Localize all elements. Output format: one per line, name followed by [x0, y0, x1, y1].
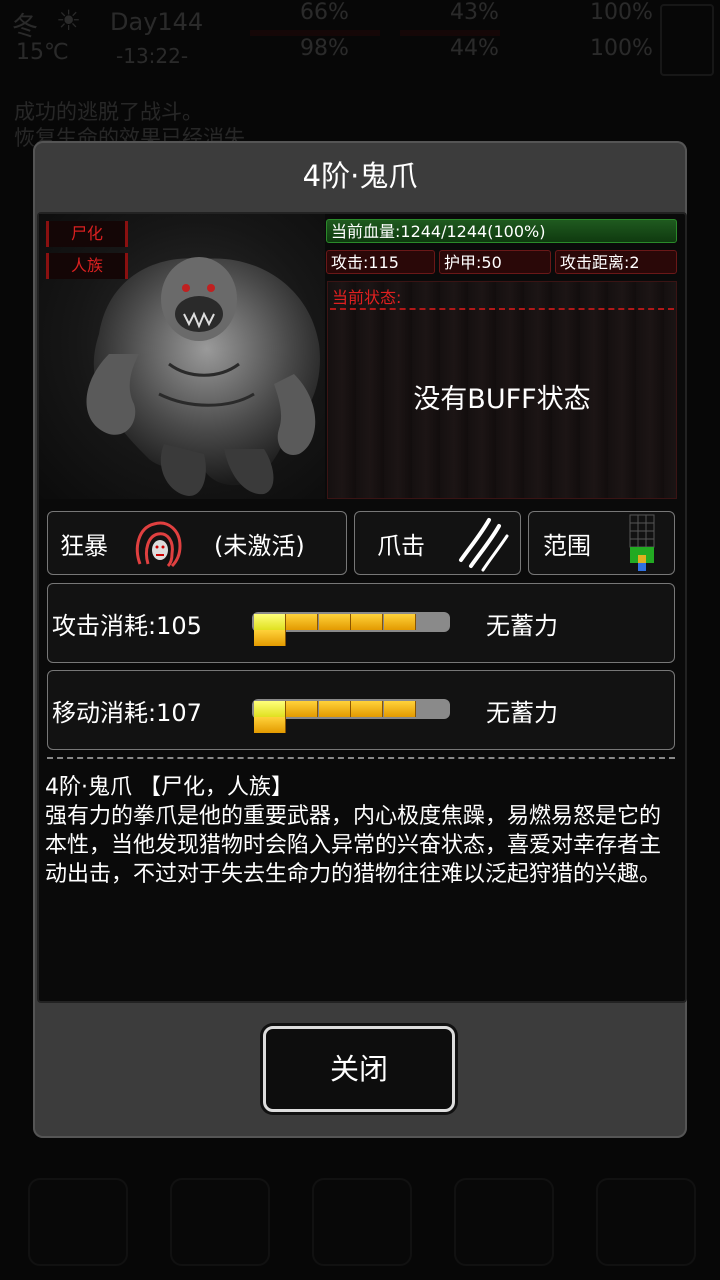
status-label: 当前状态: — [332, 288, 402, 307]
attack-stat: 攻击:115 — [326, 250, 435, 274]
tag-human: 人族 — [46, 253, 128, 279]
range-grid-icon — [629, 514, 655, 571]
range-label: 范围 — [543, 532, 591, 560]
move-cost-label: 移动消耗:107 — [52, 699, 202, 727]
monster-info-dialog: 4阶·鬼爪 尸化 人族 当前血量:1244/1244(100%) 攻击:115 … — [33, 141, 687, 1138]
attack-range-stat: 攻击距离:2 — [555, 250, 677, 274]
move-charge-status: 无蓄力 — [486, 699, 558, 727]
rage-status: (未激活) — [214, 532, 305, 560]
dialog-title: 4阶·鬼爪 — [302, 159, 418, 193]
skill-claw[interactable]: 爪击 — [354, 511, 521, 575]
move-cost-bar — [252, 699, 450, 733]
monster-panel: 尸化 人族 当前血量:1244/1244(100%) 攻击:115 护甲:50 … — [37, 212, 687, 1003]
skill-rage[interactable]: 狂暴 (未激活) — [47, 511, 347, 575]
description-body: 强有力的拳爪是他的重要武器，内心极度焦躁，易燃易怒是它的本性，当他发现猎物时会陷… — [45, 804, 662, 887]
armor-stat: 护甲:50 — [439, 250, 551, 274]
monster-description: 4阶·鬼爪 【尸化，人族】 强有力的拳爪是他的重要武器，内心极度焦躁，易燃易怒是… — [45, 773, 675, 889]
hp-bar: 当前血量:1244/1244(100%) — [326, 219, 677, 243]
description-divider — [47, 757, 675, 759]
attack-cost-bar — [252, 612, 450, 646]
no-buff-text: 没有BUFF状态 — [413, 384, 591, 415]
claw-label: 爪击 — [377, 532, 425, 560]
rage-label: 狂暴 — [60, 532, 108, 560]
status-divider — [330, 308, 674, 310]
tag-zombified: 尸化 — [46, 221, 128, 247]
attack-cost-label: 攻击消耗:105 — [52, 612, 202, 640]
rage-icon — [135, 521, 182, 568]
attack-charge-status: 无蓄力 — [486, 612, 558, 640]
move-cost-row: 移动消耗:107 无蓄力 — [47, 670, 675, 750]
skill-range[interactable]: 范围 — [528, 511, 675, 575]
close-button[interactable]: 关闭 — [263, 1026, 455, 1112]
status-effects-box: 当前状态: 没有BUFF状态 — [327, 281, 677, 499]
claw-slash-icon — [459, 518, 509, 572]
monster-portrait: 尸化 人族 — [39, 214, 325, 499]
description-title: 4阶·鬼爪 【尸化，人族】 — [45, 775, 293, 800]
attack-cost-row: 攻击消耗:105 无蓄力 — [47, 583, 675, 663]
